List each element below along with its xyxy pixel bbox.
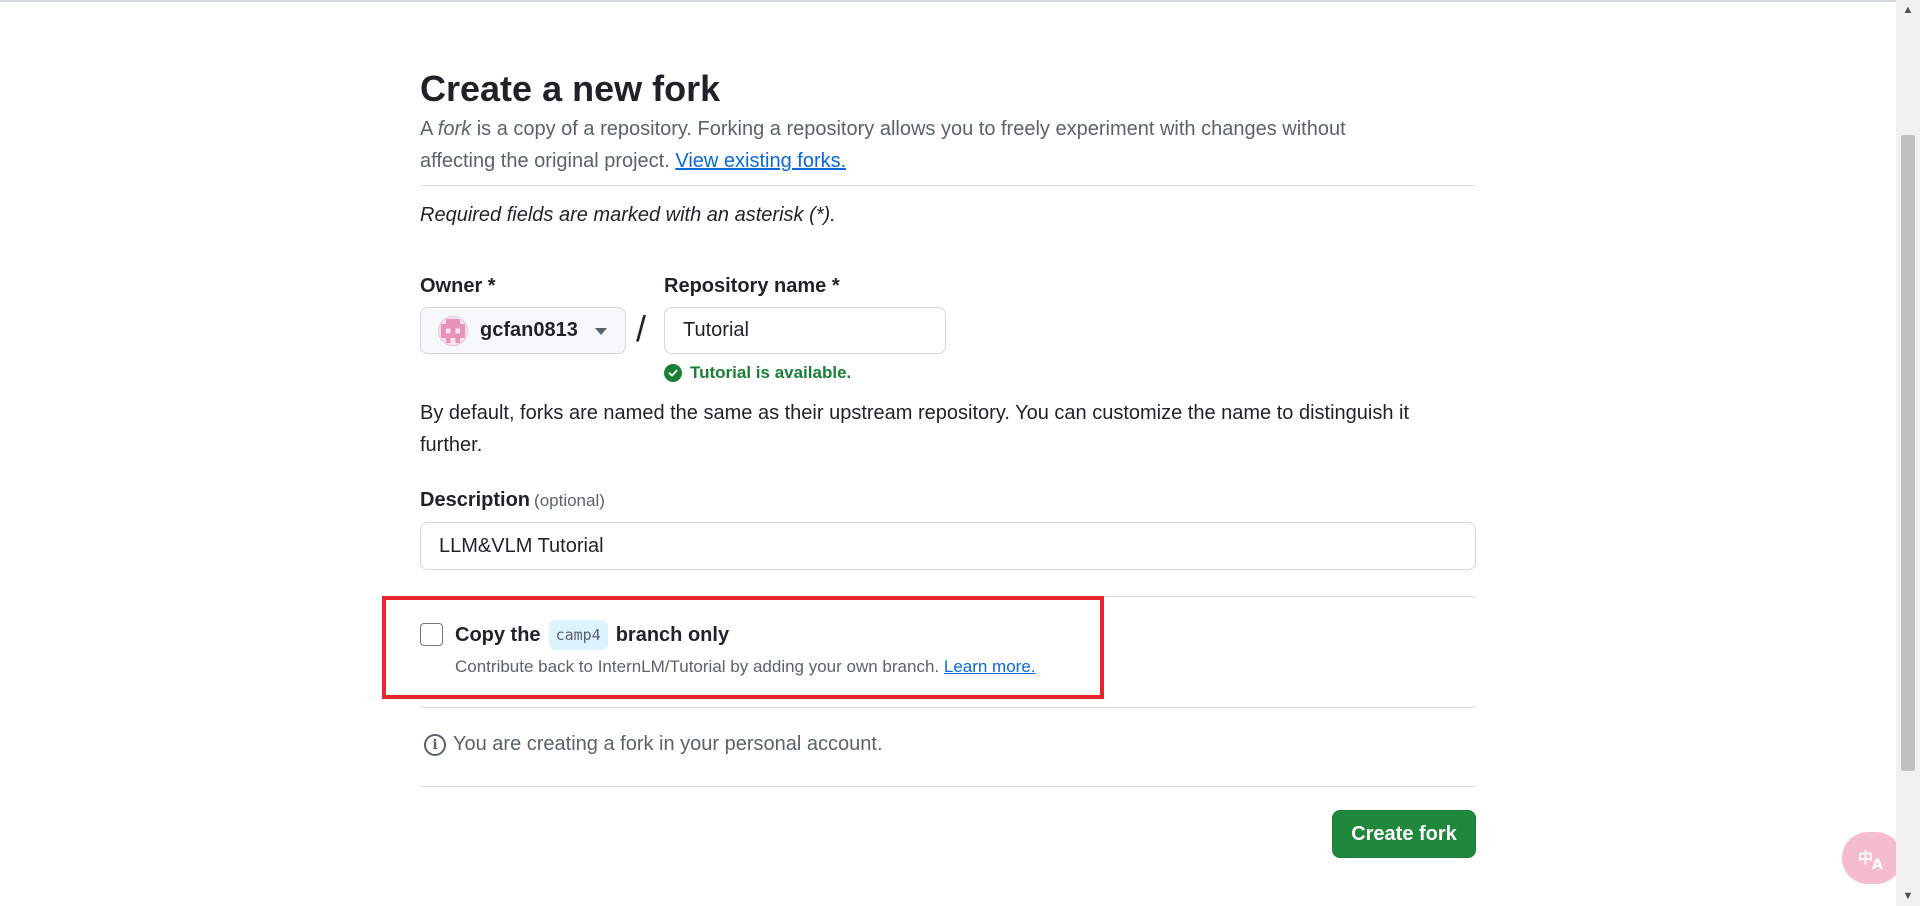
intro-em: fork bbox=[437, 118, 472, 140]
avatar bbox=[438, 315, 468, 346]
optional-hint: (optional) bbox=[534, 491, 605, 510]
info-icon: i bbox=[424, 733, 446, 756]
create-fork-button[interactable]: Create fork bbox=[1332, 810, 1476, 858]
owner-name: gcfan0813 bbox=[480, 319, 578, 341]
description-input[interactable] bbox=[420, 522, 1476, 570]
owner-repo-separator: / bbox=[636, 308, 647, 349]
intro-text: is a copy of a repository. Forking a rep… bbox=[420, 118, 1346, 172]
availability-message: Tutorial is available. bbox=[664, 363, 851, 383]
translate-glyph: 中 A bbox=[1858, 849, 1883, 871]
view-existing-forks-link[interactable]: View existing forks. bbox=[675, 150, 846, 172]
repository-name-label: Repository name * bbox=[664, 275, 840, 297]
svg-text:中: 中 bbox=[1858, 849, 1873, 867]
svg-text:A: A bbox=[1872, 857, 1883, 871]
naming-note: By default, forks are named the same as … bbox=[420, 402, 1410, 456]
caret-down-icon bbox=[595, 328, 607, 335]
availability-text: Tutorial is available. bbox=[690, 363, 852, 382]
highlight-box bbox=[382, 596, 1104, 699]
vertical-scrollbar[interactable]: ▲ ▼ bbox=[1896, 0, 1920, 906]
translate-icon[interactable]: 中 A bbox=[1842, 832, 1902, 884]
scroll-up-arrow-icon[interactable]: ▲ bbox=[1896, 0, 1920, 20]
scroll-down-arrow-icon[interactable]: ▼ bbox=[1896, 886, 1920, 906]
owner-label: Owner * bbox=[420, 275, 496, 297]
divider bbox=[420, 185, 1476, 186]
avatar-identicon bbox=[441, 318, 465, 343]
scrollbar-thumb[interactable] bbox=[1901, 135, 1915, 771]
repository-name-input[interactable] bbox=[664, 307, 946, 354]
owner-dropdown[interactable]: gcfan0813 bbox=[420, 307, 626, 354]
intro-prefix: A bbox=[420, 118, 438, 140]
divider bbox=[420, 786, 1476, 787]
page-intro: A fork is a copy of a repository. Forkin… bbox=[420, 113, 1420, 177]
description-label: Description (optional) bbox=[420, 489, 605, 512]
check-circle-icon bbox=[664, 364, 682, 382]
info-message: i You are creating a fork in your person… bbox=[424, 733, 883, 756]
info-text: You are creating a fork in your personal… bbox=[453, 733, 883, 755]
page-title: Create a new fork bbox=[420, 68, 721, 109]
divider bbox=[420, 707, 1476, 708]
top-border bbox=[0, 0, 1896, 2]
description-label-text: Description bbox=[420, 489, 531, 511]
required-fields-note: Required fields are marked with an aster… bbox=[420, 204, 836, 226]
